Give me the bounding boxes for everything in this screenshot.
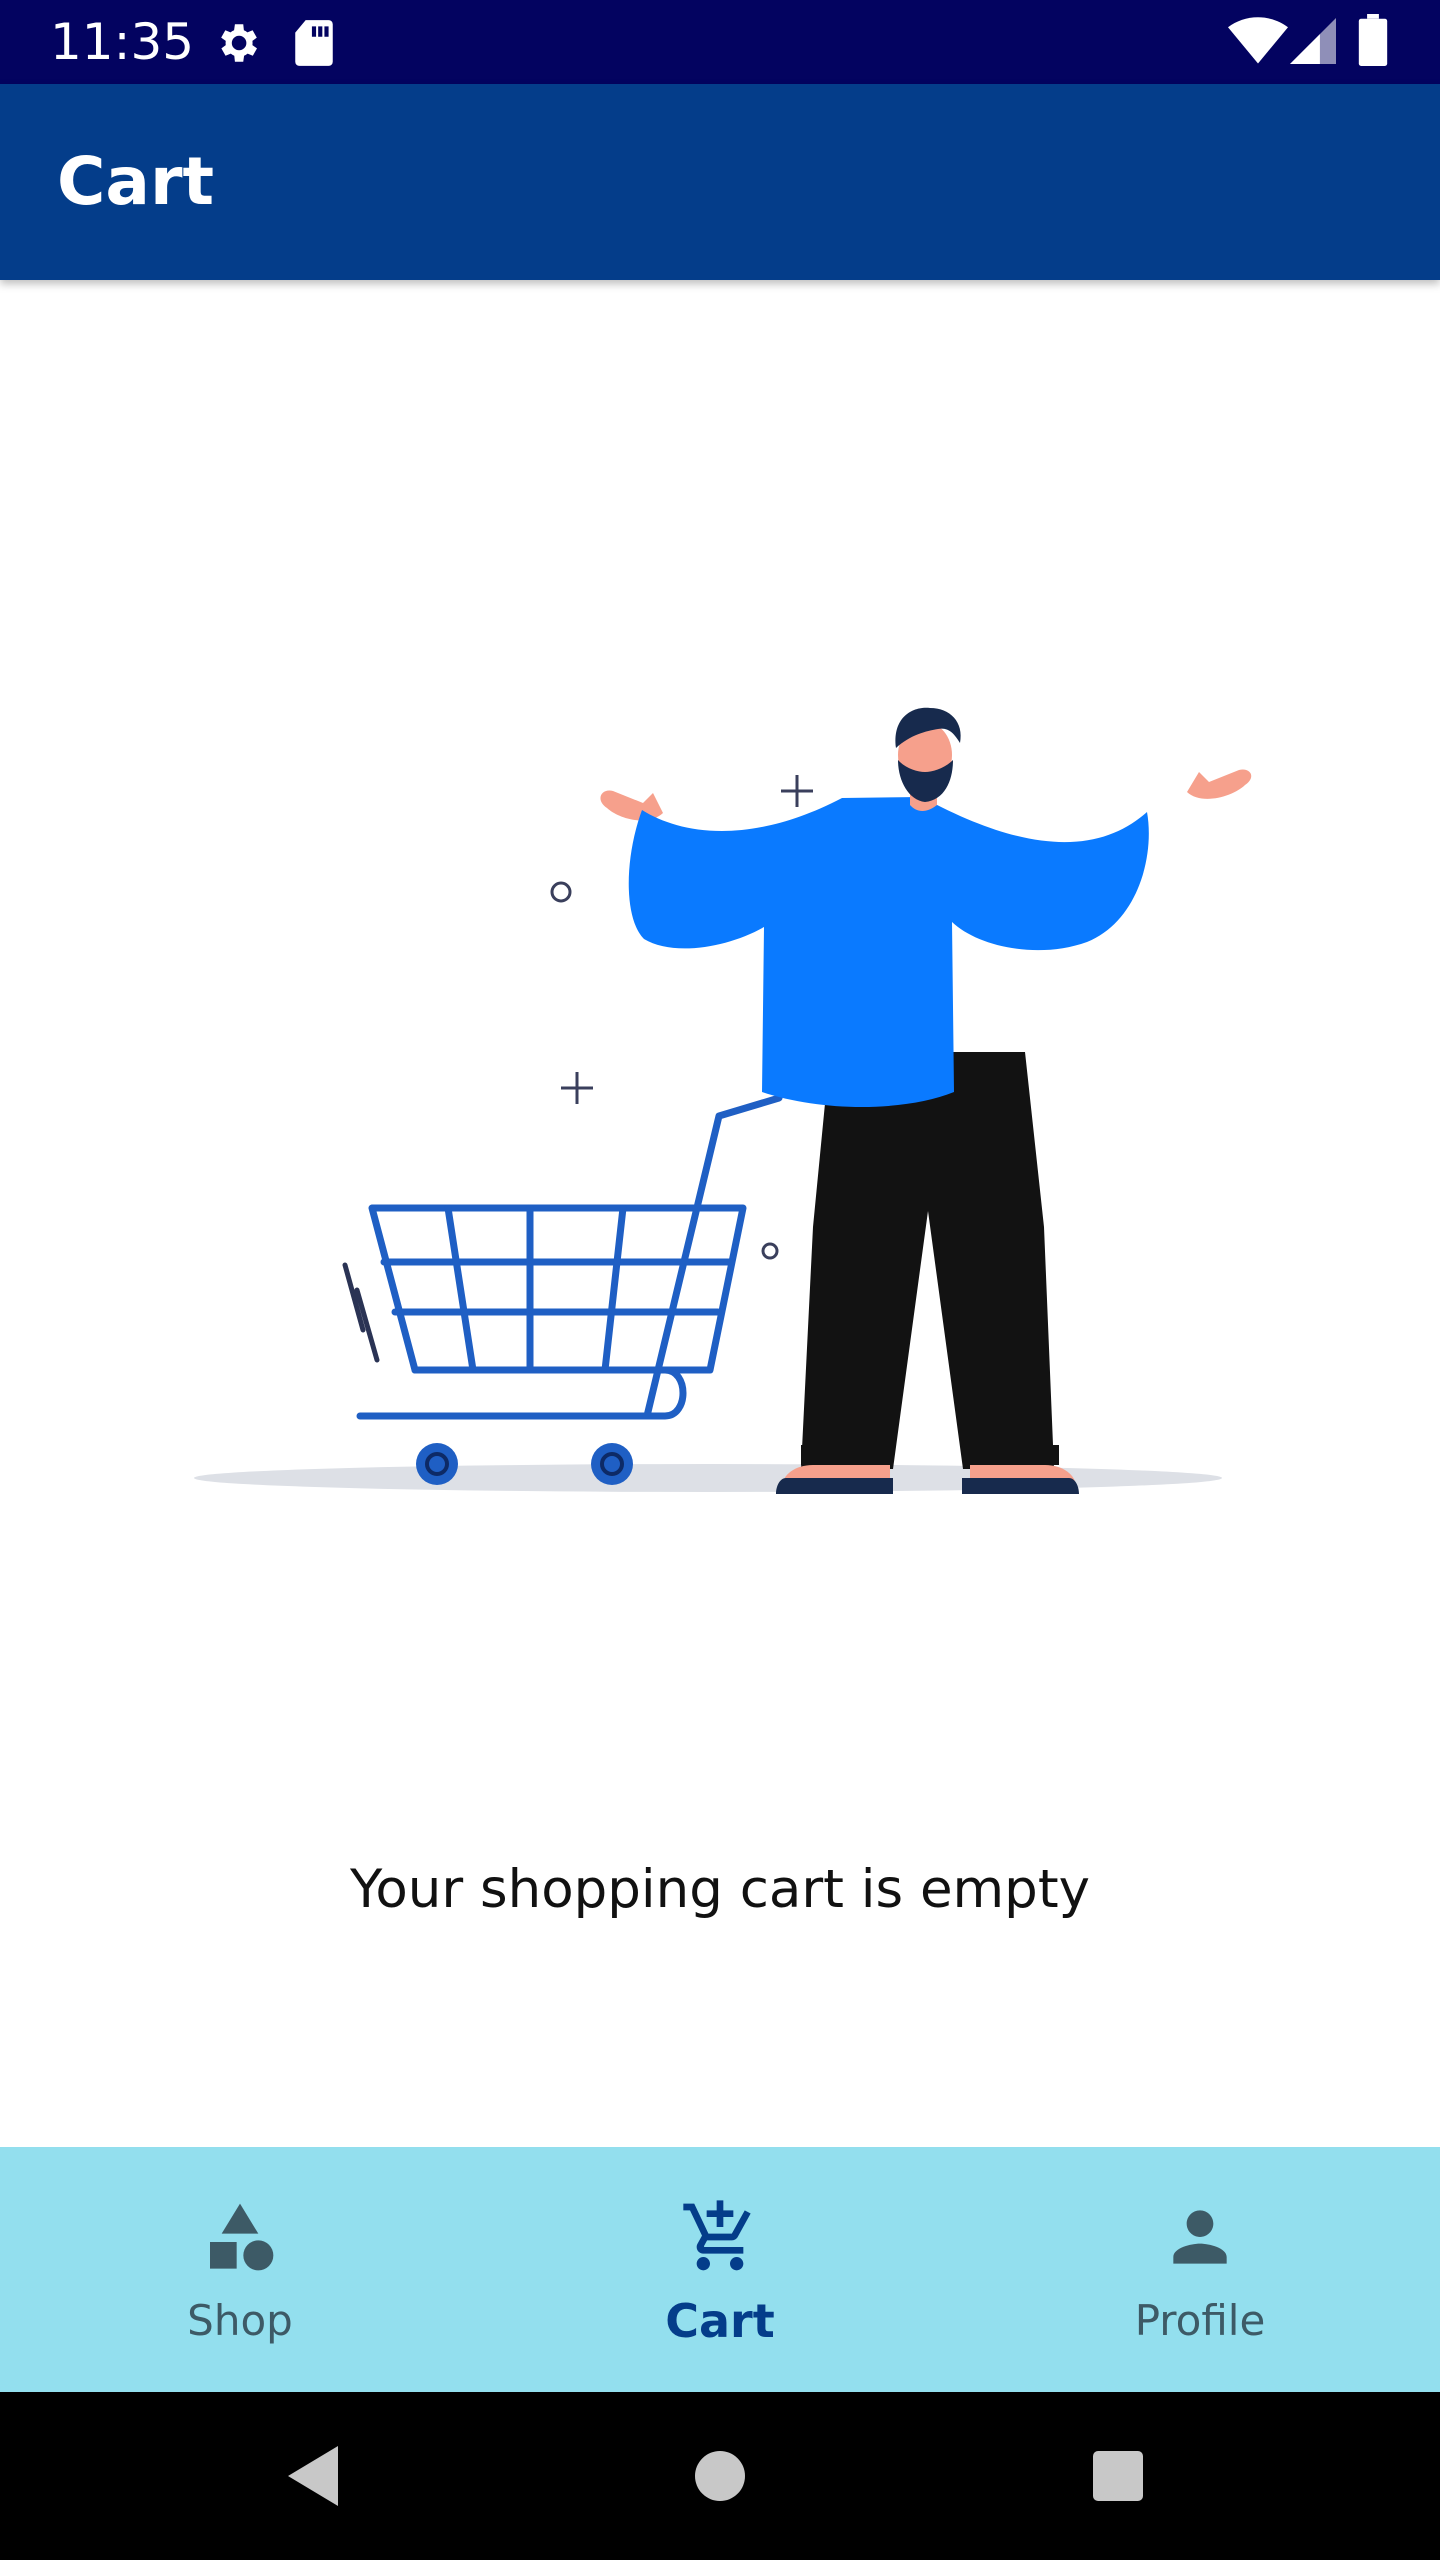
home-icon[interactable] <box>680 2436 760 2516</box>
shapes-icon <box>200 2197 280 2277</box>
person-icon <box>1160 2197 1240 2277</box>
tab-profile[interactable]: Profile <box>960 2147 1440 2392</box>
battery-icon <box>1358 14 1388 71</box>
tab-shop-label: Shop <box>187 2296 293 2345</box>
page-title: Cart <box>57 143 215 220</box>
empty-cart-illustration <box>180 700 1260 1500</box>
wifi-icon <box>1228 16 1288 71</box>
app-bar: Cart <box>0 84 1440 280</box>
tab-profile-label: Profile <box>1134 2296 1266 2345</box>
recents-icon[interactable] <box>1078 2436 1158 2516</box>
status-bar: 11:35 <box>0 0 1440 84</box>
tab-cart-label: Cart <box>665 2294 775 2348</box>
signal-icon <box>1290 16 1336 71</box>
sd-card-icon <box>293 18 335 73</box>
gear-icon <box>212 18 262 73</box>
tab-shop[interactable]: Shop <box>0 2147 480 2392</box>
add-to-cart-icon <box>680 2197 760 2277</box>
empty-cart-message: Your shopping cart is empty <box>350 1859 1090 1920</box>
bottom-navigation: Shop Cart Profile <box>0 2147 1440 2392</box>
system-navigation-bar <box>0 2392 1440 2560</box>
back-icon[interactable] <box>278 2436 358 2516</box>
status-time: 11:35 <box>50 13 195 71</box>
tab-cart[interactable]: Cart <box>480 2147 960 2392</box>
